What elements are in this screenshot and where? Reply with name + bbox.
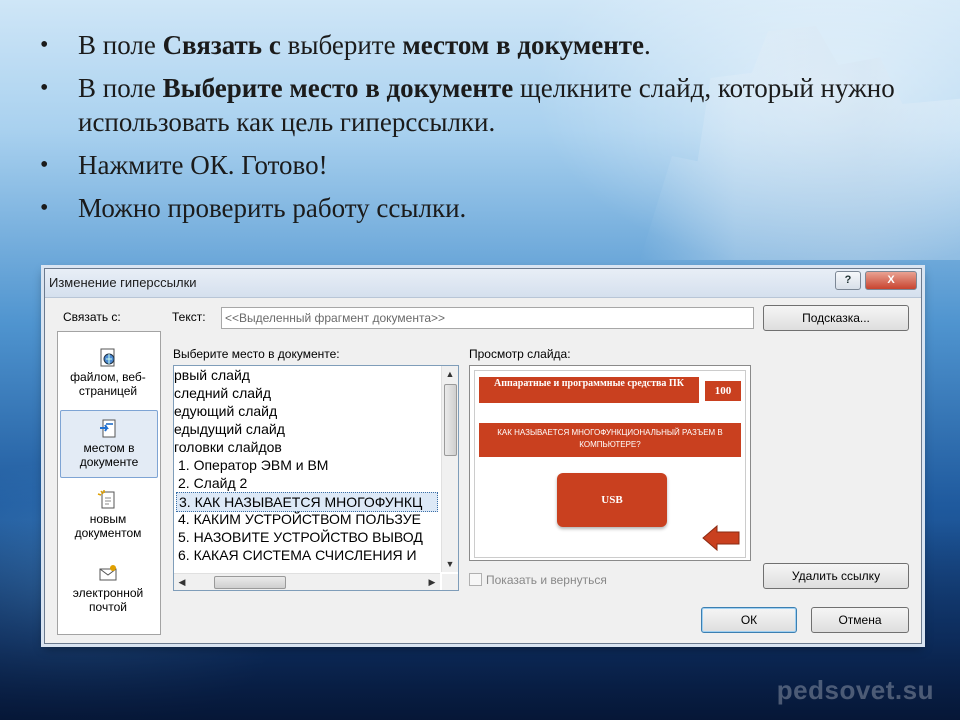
back-arrow-icon bbox=[702, 524, 740, 552]
link-type-label: файлом, веб-страницей bbox=[70, 370, 146, 398]
scroll-up-arrow-icon[interactable]: ▲ bbox=[442, 366, 458, 382]
link-type-label: местом в документе bbox=[79, 441, 139, 469]
preview-answer-box: USB bbox=[557, 473, 667, 527]
text-label: Текст: bbox=[172, 310, 206, 324]
site-watermark: pedsovet.su bbox=[776, 675, 934, 705]
tree-item[interactable]: 2. Слайд 2 bbox=[178, 474, 247, 492]
vertical-scrollbar[interactable]: ▲ ▼ bbox=[441, 366, 458, 572]
tree-item-selected[interactable]: 3. КАК НАЗЫВАЕТСЯ МНОГОФУНКЦ bbox=[176, 492, 438, 512]
bullet-text: В поле bbox=[78, 30, 163, 60]
ok-button[interactable]: ОК bbox=[701, 607, 797, 633]
preview-score-badge: 100 bbox=[705, 381, 741, 401]
tree-item[interactable]: следний слайд bbox=[174, 384, 271, 402]
horizontal-scroll-thumb[interactable] bbox=[214, 576, 286, 589]
bullet-text: Нажмите ОК. Готово! bbox=[78, 150, 328, 180]
slide-preview-pane: Аппаратные и программные средства ПК 100… bbox=[469, 365, 751, 561]
scroll-left-arrow-icon[interactable]: ◀ bbox=[174, 574, 190, 590]
dialog-title: Изменение гиперссылки bbox=[49, 275, 197, 290]
checkbox-box[interactable] bbox=[469, 573, 482, 586]
tree-item[interactable]: едыдущий слайд bbox=[174, 420, 285, 438]
document-places-tree[interactable]: рвый слайд следний слайд едующий слайд е… bbox=[173, 365, 459, 591]
tree-item[interactable]: 1. Оператор ЭВМ и ВМ bbox=[178, 456, 328, 474]
tree-item[interactable]: 6. КАКАЯ СИСТЕМА СЧИСЛЕНИЯ И bbox=[178, 546, 417, 564]
display-text-input[interactable]: <<Выделенный фрагмент документа>> bbox=[221, 307, 754, 329]
scrollbar-corner bbox=[442, 574, 458, 590]
slide-bullet-list: В поле Связать с выберите местом в докум… bbox=[40, 28, 920, 234]
slide-preview-label: Просмотр слайда: bbox=[469, 347, 571, 361]
close-button[interactable]: X bbox=[865, 271, 917, 290]
link-type-panel: файлом, веб-страницей местом в документе… bbox=[57, 331, 161, 635]
bullet-item: Можно проверить работу ссылки. bbox=[40, 191, 920, 225]
link-type-label: новым документом bbox=[74, 512, 142, 540]
tree-item[interactable]: рвый слайд bbox=[174, 366, 250, 384]
select-place-label: Выберите место в документе: bbox=[173, 347, 340, 361]
cancel-button[interactable]: Отмена bbox=[811, 607, 909, 633]
link-to-label: Связать с: bbox=[63, 310, 121, 324]
bullet-text: . bbox=[644, 30, 651, 60]
show-and-return-checkbox[interactable]: Показать и вернуться bbox=[469, 573, 607, 587]
screen-tip-button[interactable]: Подсказка... bbox=[763, 305, 909, 331]
link-type-web-page[interactable]: файлом, веб-страницей bbox=[60, 340, 156, 406]
tree-item[interactable]: головки слайдов bbox=[174, 438, 282, 456]
checkbox-label: Показать и вернуться bbox=[486, 573, 607, 587]
remove-link-button[interactable]: Удалить ссылку bbox=[763, 563, 909, 589]
vertical-scroll-thumb[interactable] bbox=[444, 384, 457, 456]
scroll-right-arrow-icon[interactable]: ▶ bbox=[424, 574, 440, 590]
bullet-text: выберите bbox=[280, 30, 403, 60]
help-button[interactable]: ? bbox=[835, 271, 861, 290]
tree-item[interactable]: 4. КАКИМ УСТРОЙСТВОМ ПОЛЬЗУЕ bbox=[178, 510, 421, 528]
preview-question: КАК НАЗЫВАЕТСЯ МНОГОФУНКЦИОНАЛЬНЫЙ РАЗЪЕ… bbox=[479, 423, 741, 457]
tree-item[interactable]: едующий слайд bbox=[174, 402, 277, 420]
bullet-text: В поле bbox=[78, 73, 163, 103]
link-type-new-document[interactable]: новым документом bbox=[60, 482, 156, 548]
link-type-label: электронной почтой bbox=[72, 586, 144, 614]
bullet-bold-text: Выберите место в документе bbox=[162, 73, 514, 103]
bullet-item: В поле Связать с выберите местом в докум… bbox=[40, 28, 920, 62]
new-document-icon bbox=[97, 490, 119, 510]
slide-thumbnail: Аппаратные и программные средства ПК 100… bbox=[474, 370, 746, 558]
bullet-item: Нажмите ОК. Готово! bbox=[40, 148, 920, 182]
web-page-icon bbox=[97, 348, 119, 368]
place-in-document-icon bbox=[98, 419, 120, 439]
preview-slide-title: Аппаратные и программные средства ПК bbox=[479, 377, 699, 403]
bullet-bold-text: местом в документе bbox=[402, 30, 645, 60]
bullet-text: Можно проверить работу ссылки. bbox=[78, 193, 467, 223]
dialog-titlebar[interactable]: Изменение гиперссылки ? X bbox=[45, 269, 921, 298]
link-type-email[interactable]: электронной почтой bbox=[60, 556, 156, 622]
bullet-item: В поле Выберите место в документе щелкни… bbox=[40, 71, 920, 139]
tree-item[interactable]: 5. НАЗОВИТЕ УСТРОЙСТВО ВЫВОД bbox=[178, 528, 423, 546]
horizontal-scrollbar[interactable]: ◀ ▶ bbox=[174, 573, 440, 590]
link-type-place-in-document[interactable]: местом в документе bbox=[60, 410, 158, 478]
email-icon bbox=[97, 564, 119, 584]
edit-hyperlink-dialog: Изменение гиперссылки ? X Связать с: Тек… bbox=[44, 268, 922, 644]
scroll-down-arrow-icon[interactable]: ▼ bbox=[442, 556, 458, 572]
bullet-bold-text: Связать с bbox=[162, 30, 281, 60]
